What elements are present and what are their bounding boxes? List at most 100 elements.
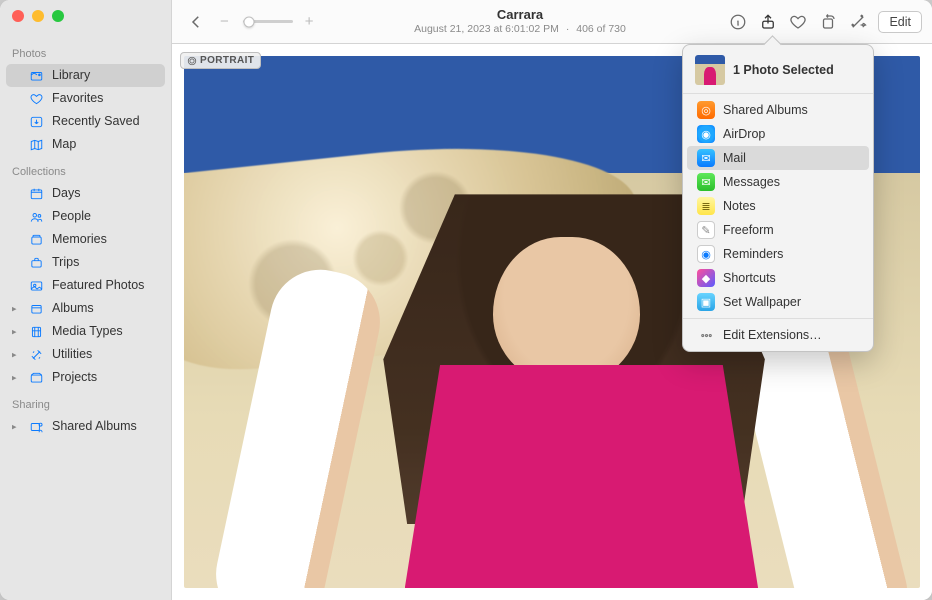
share-button[interactable] [754,8,782,36]
sidebar-item-utilities[interactable]: ▸ Utilities [6,343,165,366]
chevron-right-icon[interactable]: ▸ [12,346,17,363]
sidebar-item-featured-photos[interactable]: Featured Photos [6,274,165,297]
window-traffic-lights [0,0,171,46]
sidebar-item-label: Utilities [52,346,92,363]
sidebar-item-people[interactable]: People [6,205,165,228]
sidebar-item-label: Favorites [52,90,103,107]
zoom-window-button[interactable] [52,10,64,22]
sidebar-item-trips[interactable]: Trips [6,251,165,274]
auto-enhance-button[interactable] [844,8,872,36]
close-window-button[interactable] [12,10,24,22]
toolbar-title-group: Carrara August 21, 2023 at 6:01:02 PM · … [322,7,719,35]
share-item-mail[interactable]: ✉ Mail [687,146,869,170]
zoom-minus-icon[interactable]: − [216,13,233,30]
media-icon [28,325,44,339]
projects-icon [28,371,44,385]
notes-icon: ≣ [697,197,715,215]
sidebar-item-label: Recently Saved [52,113,140,130]
messages-icon: ✉ [697,173,715,191]
wallpaper-icon: ▣ [697,293,715,311]
share-item-reminders[interactable]: ◉ Reminders [687,242,869,266]
shared-album-icon [28,420,44,434]
chevron-right-icon[interactable]: ▸ [12,418,17,435]
share-popover: 1 Photo Selected ◎ Shared Albums ◉ AirDr… [682,44,874,352]
chevron-right-icon[interactable]: ▸ [12,300,17,317]
calendar-icon [28,187,44,201]
share-item-label: Reminders [723,247,783,261]
share-item-set-wallpaper[interactable]: ▣ Set Wallpaper [687,290,869,314]
share-item-edit-extensions[interactable]: Edit Extensions… [687,323,869,347]
sidebar-item-projects[interactable]: ▸ Projects [6,366,165,389]
share-item-label: Freeform [723,223,774,237]
sidebar-section-photos-label: Photos [0,46,171,64]
library-icon [28,69,44,83]
shortcuts-icon: ◆ [697,269,715,287]
sidebar-item-library[interactable]: Library [6,64,165,87]
share-item-shortcuts[interactable]: ◆ Shortcuts [687,266,869,290]
sidebar-item-label: Memories [52,231,107,248]
zoom-slider[interactable] [243,20,293,23]
sidebar-item-shared-albums[interactable]: ▸ Shared Albums [6,415,165,438]
share-item-messages[interactable]: ✉ Messages [687,170,869,194]
share-item-label: Set Wallpaper [723,295,801,309]
sidebar-item-label: People [52,208,91,225]
favorite-button[interactable] [784,8,812,36]
share-item-freeform[interactable]: ✎ Freeform [687,218,869,242]
extensions-icon [697,326,715,344]
app-window: Photos Library Favorites Recently Saved … [0,0,932,600]
people-icon [28,210,44,224]
sidebar-item-albums[interactable]: ▸ Albums [6,297,165,320]
sidebar-item-label: Projects [52,369,97,386]
sidebar-item-label: Trips [52,254,79,271]
reminders-icon: ◉ [697,245,715,263]
mail-icon: ✉ [697,149,715,167]
sidebar-section-sharing-label: Sharing [0,397,171,415]
rotate-button[interactable] [814,8,842,36]
share-item-label: Shared Albums [723,103,808,117]
sidebar-item-favorites[interactable]: Favorites [6,87,165,110]
info-button[interactable] [724,8,752,36]
portrait-badge: PORTRAIT [180,52,261,69]
toolbar: − + Carrara August 21, 2023 at 6:01:02 P… [172,0,932,44]
sidebar-item-recently-saved[interactable]: Recently Saved [6,110,165,133]
utilities-icon [28,348,44,362]
suitcase-icon [28,256,44,270]
share-item-notes[interactable]: ≣ Notes [687,194,869,218]
share-item-label: Messages [723,175,780,189]
minimize-window-button[interactable] [32,10,44,22]
popover-header: 1 Photo Selected [683,45,873,93]
sidebar-item-memories[interactable]: Memories [6,228,165,251]
freeform-icon: ✎ [697,221,715,239]
share-item-shared-albums[interactable]: ◎ Shared Albums [687,98,869,122]
map-icon [28,138,44,152]
sidebar: Photos Library Favorites Recently Saved … [0,0,172,600]
shared-icon: ◎ [697,101,715,119]
sidebar-item-days[interactable]: Days [6,182,165,205]
share-item-label: Edit Extensions… [723,328,822,342]
back-button[interactable] [182,8,210,36]
sidebar-item-label: Albums [52,300,94,317]
download-icon [28,115,44,129]
chevron-right-icon[interactable]: ▸ [12,323,17,340]
share-item-label: Shortcuts [723,271,776,285]
chevron-right-icon[interactable]: ▸ [12,369,17,386]
share-item-label: AirDrop [723,127,765,141]
popover-thumbnail [695,55,725,85]
album-icon [28,302,44,316]
popover-title: 1 Photo Selected [733,63,834,77]
photo-title: Carrara [322,7,719,23]
share-item-label: Notes [723,199,756,213]
sidebar-item-label: Featured Photos [52,277,144,294]
sidebar-section-collections-label: Collections [0,164,171,182]
sidebar-item-media-types[interactable]: ▸ Media Types [6,320,165,343]
photo-subtitle: August 21, 2023 at 6:01:02 PM · 406 of 7… [322,23,719,36]
edit-button[interactable]: Edit [878,11,922,33]
airdrop-icon: ◉ [697,125,715,143]
sidebar-item-map[interactable]: Map [6,133,165,156]
sidebar-item-label: Shared Albums [52,418,137,435]
share-item-airdrop[interactable]: ◉ AirDrop [687,122,869,146]
share-item-label: Mail [723,151,746,165]
sidebar-item-label: Map [52,136,76,153]
heart-icon [28,92,44,106]
zoom-plus-icon[interactable]: + [303,13,316,30]
